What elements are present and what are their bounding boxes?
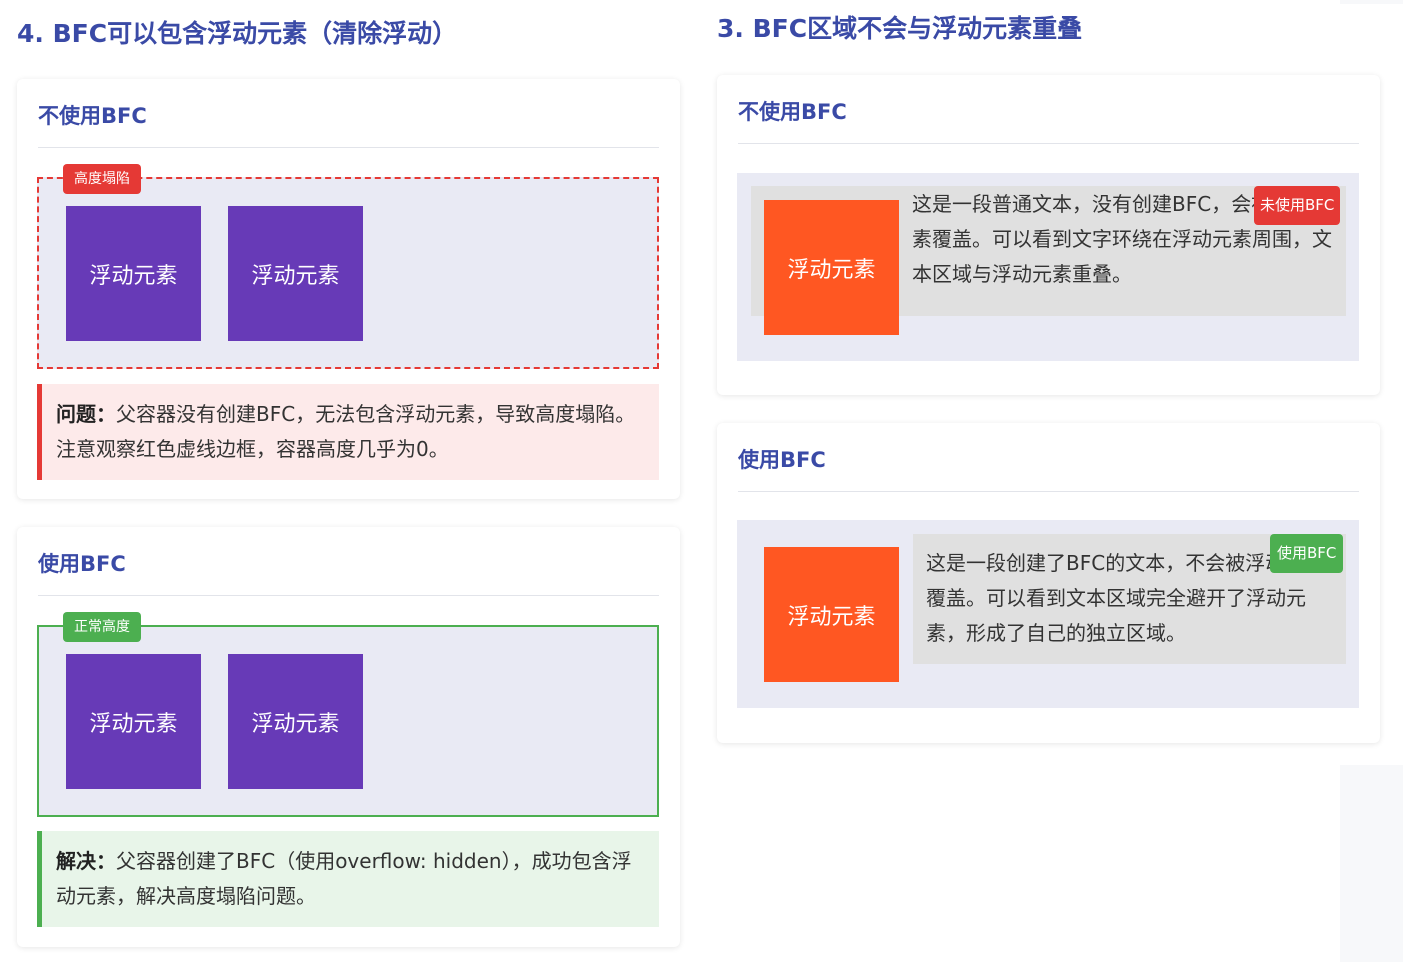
- no-bfc-badge: 未使用BFC: [1254, 186, 1341, 225]
- note-text: 父容器没有创建BFC，无法包含浮动元素，导致高度塌陷。注意观察红色虚线边框，容器…: [56, 402, 636, 461]
- float-element: 浮动元素: [764, 200, 899, 335]
- card-divider: [38, 595, 659, 596]
- card-contain-bfc: 使用BFC 浮动元素 浮动元素 正常高度 解决：父容器创建了BFC（使用over…: [17, 527, 680, 947]
- section-title-no-overlap: 3. BFC区域不会与浮动元素重叠: [717, 14, 1083, 43]
- float-element: 浮动元素: [66, 206, 201, 341]
- card-title: 使用BFC: [738, 448, 826, 472]
- card-overlap-bfc: 使用BFC 浮动元素 这是一段创建了BFC的文本，不会被浮动元素覆盖。可以看到文…: [717, 423, 1380, 743]
- demo-area: 这是一段普通文本，没有创建BFC，会被浮动元素覆盖。可以看到文字环绕在浮动元素周…: [737, 173, 1359, 361]
- card-divider: [738, 143, 1359, 144]
- bfc-badge: 使用BFC: [1270, 534, 1344, 573]
- card-overlap-no-bfc: 不使用BFC 这是一段普通文本，没有创建BFC，会被浮动元素覆盖。可以看到文字环…: [717, 75, 1380, 395]
- card-title: 不使用BFC: [738, 100, 847, 124]
- bfc-parent-container: 浮动元素 浮动元素: [37, 625, 659, 817]
- float-element: 浮动元素: [66, 654, 201, 789]
- solution-note: 解决：父容器创建了BFC（使用overflow: hidden），成功包含浮动元…: [37, 831, 659, 927]
- section-title-contain-floats: 4. BFC可以包含浮动元素（清除浮动）: [17, 19, 458, 48]
- float-element: 浮动元素: [764, 547, 899, 682]
- problem-note: 问题：父容器没有创建BFC，无法包含浮动元素，导致高度塌陷。注意观察红色虚线边框…: [37, 384, 659, 480]
- card-contain-no-bfc: 不使用BFC 浮动元素 浮动元素 高度塌陷 问题：父容器没有创建BFC，无法包含…: [17, 79, 680, 499]
- card-divider: [38, 147, 659, 148]
- collapsed-parent-container: 浮动元素 浮动元素: [37, 177, 659, 369]
- float-element: 浮动元素: [228, 654, 363, 789]
- demo-area: 浮动元素 这是一段创建了BFC的文本，不会被浮动元素覆盖。可以看到文本区域完全避…: [737, 520, 1359, 708]
- scrollbar-track-top: [1340, 0, 1403, 4]
- note-text: 父容器创建了BFC（使用overflow: hidden），成功包含浮动元素，解…: [56, 849, 632, 908]
- note-label: 解决：: [56, 849, 116, 873]
- scrollbar-track-bottom: [1340, 765, 1403, 962]
- float-element: 浮动元素: [228, 206, 363, 341]
- card-title: 使用BFC: [38, 552, 126, 576]
- normal-height-badge: 正常高度: [63, 612, 141, 642]
- note-label: 问题：: [56, 402, 116, 426]
- card-divider: [738, 491, 1359, 492]
- card-title: 不使用BFC: [38, 104, 147, 128]
- height-collapse-badge: 高度塌陷: [63, 164, 141, 194]
